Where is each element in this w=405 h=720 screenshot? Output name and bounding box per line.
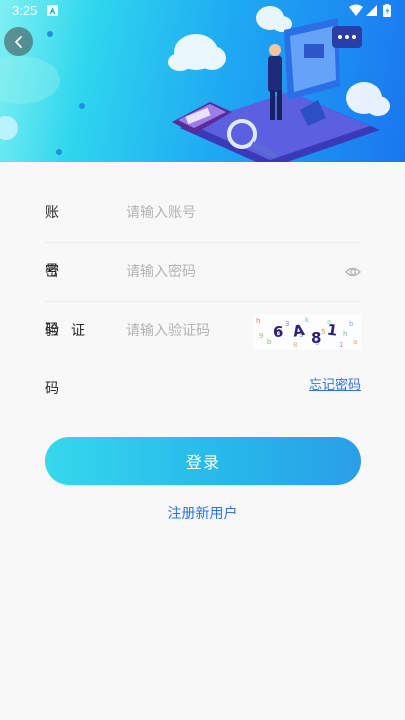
account-row: 账号 — [45, 184, 361, 279]
captcha-row: 验证码 hb 38 k6 a1 ba 92 35 h 6 A 8 1 — [45, 302, 361, 397]
register-link-row: 注册新用户 — [0, 503, 405, 523]
password-input[interactable] — [126, 257, 326, 287]
forgot-password-link[interactable]: 忘记密码 — [309, 374, 361, 393]
login-button[interactable]: 登录 — [45, 437, 361, 485]
svg-text:a: a — [353, 338, 357, 346]
svg-text:9: 9 — [259, 332, 263, 340]
captcha-char: 6 — [273, 323, 283, 341]
notification-icon — [47, 5, 58, 16]
chevron-left-icon — [14, 35, 22, 48]
status-bar: 3:25 — [0, 0, 405, 22]
status-time: 3:25 — [12, 3, 38, 18]
account-input[interactable] — [126, 198, 326, 228]
svg-text:h: h — [343, 330, 347, 338]
svg-text:b: b — [267, 338, 272, 346]
svg-text:3: 3 — [285, 320, 289, 328]
svg-text:b: b — [349, 320, 354, 328]
status-icons — [349, 4, 391, 17]
register-link[interactable]: 注册新用户 — [168, 503, 238, 523]
captcha-char: 8 — [311, 329, 321, 347]
svg-text:5: 5 — [321, 328, 325, 336]
svg-text:8: 8 — [293, 341, 297, 349]
banner-illustration — [0, 6, 390, 162]
svg-text:1: 1 — [339, 341, 343, 349]
back-button[interactable] — [4, 27, 33, 56]
wifi-icon — [349, 4, 363, 16]
eye-icon[interactable] — [345, 264, 361, 280]
signal-icon — [366, 5, 377, 16]
captcha-image[interactable]: hb 38 k6 a1 ba 92 35 h 6 A 8 1 — [253, 314, 361, 350]
svg-text:h: h — [256, 317, 260, 325]
password-label: 密码 — [45, 264, 95, 338]
header-banner: 3:25 — [0, 0, 405, 162]
captcha-label: 验证码 — [45, 323, 97, 397]
account-label: 账号 — [45, 205, 95, 279]
captcha-input[interactable] — [126, 316, 246, 346]
password-row: 密码 — [45, 243, 361, 338]
